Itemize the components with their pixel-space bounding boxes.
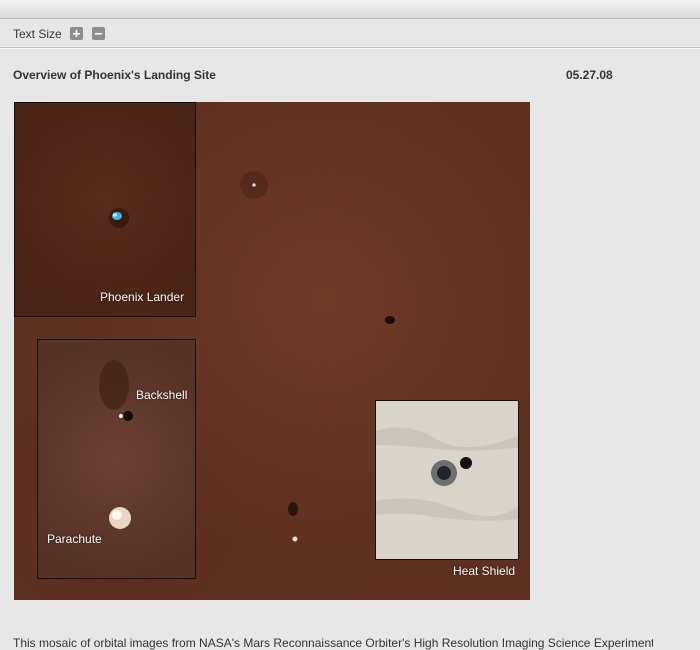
minus-icon	[95, 33, 102, 35]
article-date: 05.27.08	[566, 68, 613, 82]
phoenix-lander-inset	[14, 102, 196, 317]
heat-shield-detail	[376, 401, 518, 559]
parachute-label: Parachute	[47, 532, 102, 546]
lander-detail	[109, 208, 129, 228]
landing-site-image: Phoenix Lander Backshell Parachute Heat …	[14, 102, 530, 600]
plus-icon	[73, 30, 80, 37]
heat-shield-label: Heat Shield	[453, 564, 516, 578]
backshell-label: Backshell	[136, 388, 188, 402]
page-title: Overview of Phoenix's Landing Site	[13, 68, 216, 82]
heat-shield-inset	[375, 400, 519, 560]
text-size-label: Text Size	[13, 27, 62, 41]
decrease-text-size-button[interactable]	[92, 27, 105, 40]
increase-text-size-button[interactable]	[70, 27, 83, 40]
text-size-toolbar: Text Size	[0, 20, 700, 48]
window-top-bar	[0, 0, 700, 19]
article-body: This mosaic of orbital images from NASA'…	[13, 636, 653, 650]
phoenix-lander-label: Phoenix Lander	[100, 290, 185, 304]
